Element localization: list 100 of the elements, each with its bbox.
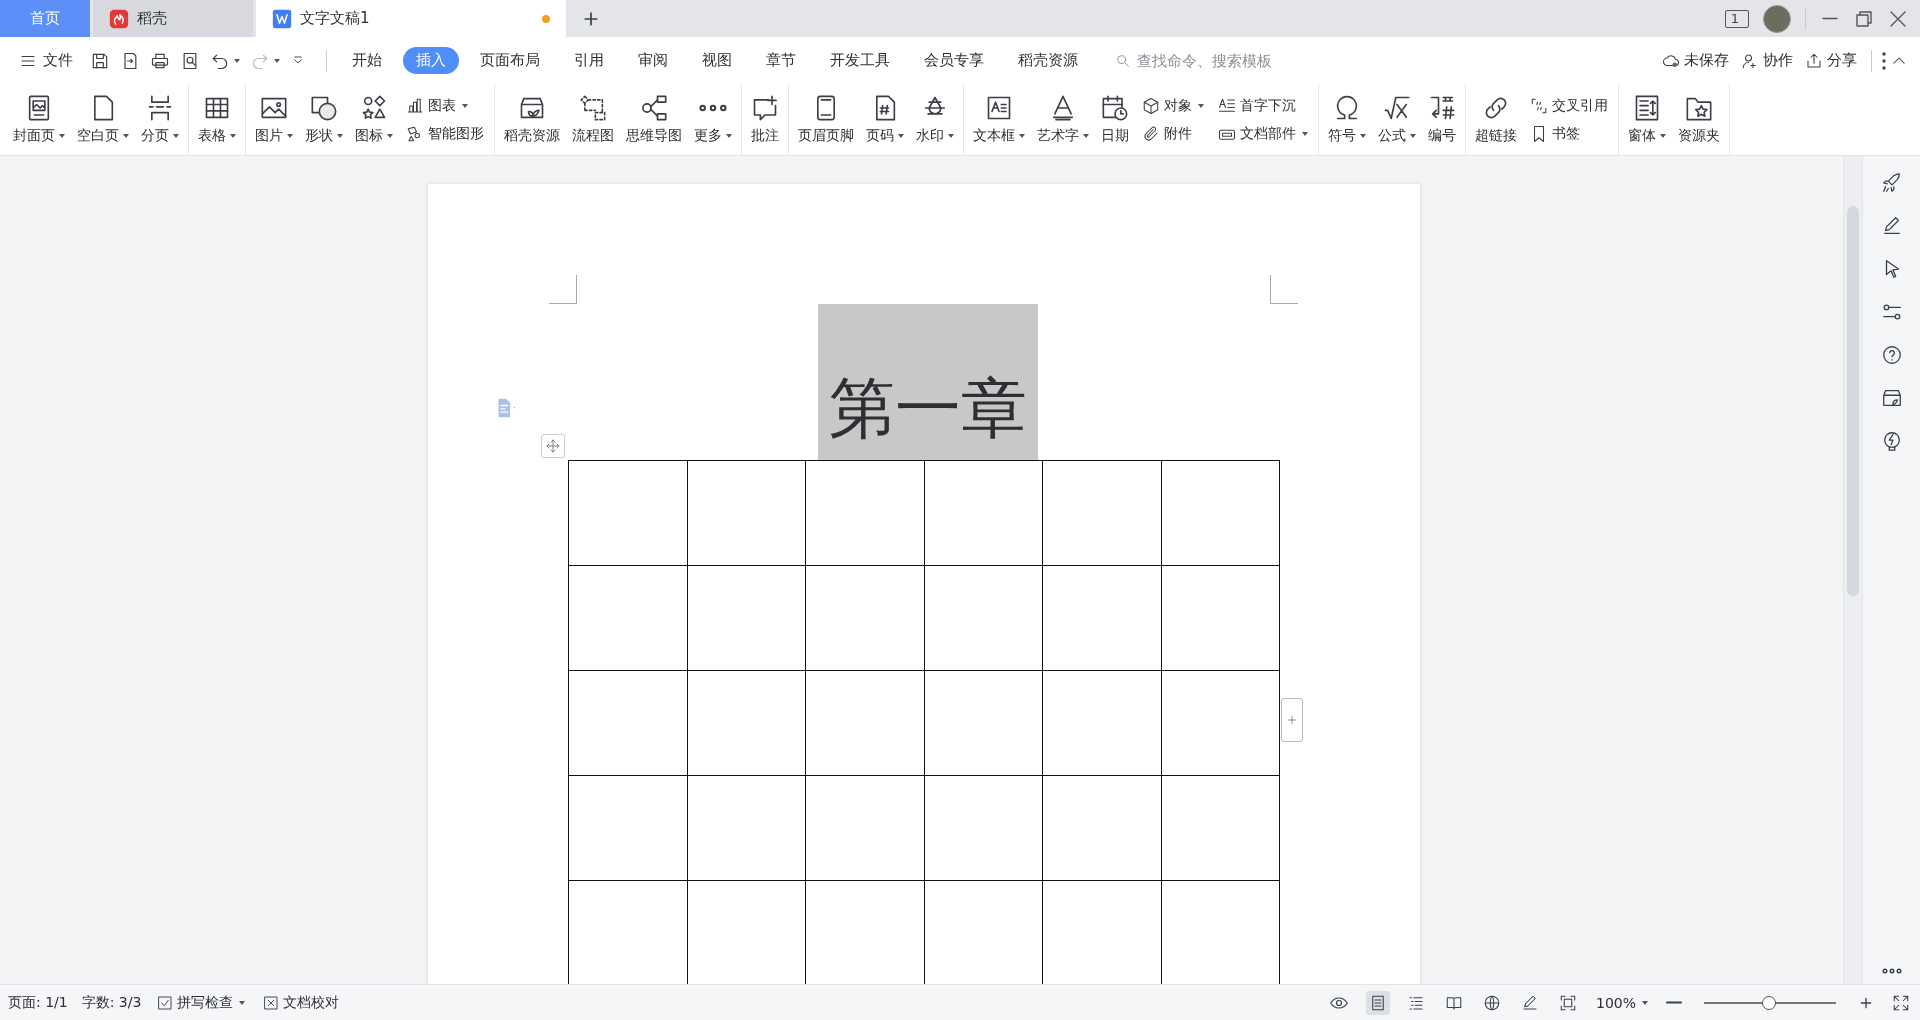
x-box-icon (263, 994, 280, 1011)
toolbar-action[interactable]: 分享 (1799, 49, 1863, 72)
menu-tab[interactable]: 页面布局 (467, 47, 553, 74)
caret-icon (234, 58, 240, 63)
fit-frame-icon (1558, 993, 1577, 1012)
proofread-button[interactable]: 文档校对 (261, 991, 342, 1014)
ribbon-button[interactable]: 水印 (911, 86, 959, 153)
icon-grid-icon (360, 94, 388, 122)
ribbon-button[interactable]: 封面页 (8, 86, 70, 153)
comment-icon (751, 94, 779, 122)
ribbon-button[interactable]: 页眉页脚 (793, 86, 859, 153)
text-box-icon (985, 94, 1013, 122)
file-menu-button[interactable]: 文件 (14, 48, 78, 73)
ribbon-button[interactable]: 窗体 (1623, 86, 1671, 153)
ribbon-button[interactable]: 公式 (1373, 86, 1421, 153)
cube-icon (1142, 96, 1160, 115)
zoom-slider-thumb[interactable] (1762, 995, 1776, 1010)
ribbon-button[interactable]: 空白页 (72, 86, 134, 153)
ribbon-button[interactable]: 书签 (1528, 122, 1610, 145)
form-icon (1633, 94, 1661, 122)
restore-button[interactable] (1854, 8, 1874, 29)
ribbon-button[interactable]: 附件 (1140, 122, 1206, 145)
minimize-button[interactable] (1820, 15, 1840, 22)
plus-icon (1285, 713, 1299, 727)
table-move-handle[interactable] (541, 434, 565, 458)
ribbon-button[interactable]: 图标 (350, 86, 398, 153)
toolbar-action[interactable]: 协作 (1735, 49, 1799, 72)
page-break-icon (146, 94, 174, 122)
bar-chart-icon (406, 96, 424, 115)
search-field[interactable]: 查找命令、搜索模板 (1115, 51, 1345, 70)
ribbon-button[interactable]: 资源夹 (1673, 86, 1725, 153)
sliders-icon (1880, 301, 1903, 323)
cross-reference-icon (1530, 96, 1548, 115)
menu-tab[interactable]: 开发工具 (817, 47, 903, 74)
numbering-icon (1428, 94, 1456, 122)
caret-icon (274, 58, 280, 63)
ribbon-button[interactable]: 分页 (136, 86, 184, 153)
menu-tab[interactable]: 视图 (689, 47, 745, 74)
menu-tab[interactable]: 章节 (753, 47, 809, 74)
more-dots-icon (1880, 968, 1903, 974)
screen-layout-badge[interactable]: 1 (1724, 9, 1749, 28)
more-options-button[interactable] (1880, 49, 1888, 72)
document-tab[interactable]: 稻壳 (93, 0, 253, 37)
spell-check-button[interactable]: 拼写检查 (155, 991, 248, 1014)
ribbon-button[interactable]: 表格 (193, 86, 241, 153)
shapes-icon (310, 94, 338, 122)
ribbon-button[interactable]: 日期 (1096, 86, 1134, 153)
ribbon-button[interactable]: 稻壳资源 (499, 86, 565, 153)
document-tab[interactable]: 文字文稿1 (256, 0, 566, 37)
margin-corner-mark (1270, 275, 1298, 304)
help-icon (1880, 344, 1903, 366)
menu-tab[interactable]: 审阅 (625, 47, 681, 74)
word-count: 字数: 3/3 (81, 993, 142, 1012)
paperclip-icon (1142, 124, 1160, 143)
ribbon-button[interactable]: 文档部件 (1216, 122, 1310, 145)
search-icon (1115, 52, 1131, 69)
ribbon-button[interactable]: 艺术字 (1032, 86, 1094, 153)
flowchart-icon (579, 94, 607, 122)
menu-tab[interactable]: 稻壳资源 (1005, 47, 1091, 74)
calendar-icon (1101, 94, 1129, 122)
ribbon-button[interactable]: 更多 (689, 86, 737, 153)
page-count: 页面: 1/1 (8, 993, 68, 1012)
menu-tab[interactable]: 开始 (339, 47, 395, 74)
more-dots-icon (699, 104, 727, 112)
menu-tab[interactable]: 会员专享 (911, 47, 997, 74)
ribbon-button[interactable]: 形状 (300, 86, 348, 153)
store-icon (1880, 387, 1903, 409)
close-icon (1890, 10, 1906, 27)
chapter-heading: 第一章 (818, 304, 1038, 460)
menu-tab[interactable]: 引用 (561, 47, 617, 74)
vertical-dots-icon (1882, 51, 1886, 70)
ribbon-button[interactable]: 图表 (404, 94, 486, 117)
ribbon-button[interactable]: 思维导图 (621, 86, 687, 153)
ribbon-button[interactable]: 对象 (1140, 94, 1206, 117)
restore-icon (1856, 10, 1872, 27)
ribbon-button[interactable]: 符号 (1323, 86, 1371, 153)
ribbon-button[interactable]: 智能图形 (404, 122, 486, 145)
ribbon-button[interactable]: 图片 (250, 86, 298, 153)
formula-icon (1383, 94, 1411, 122)
flame-logo-icon (109, 8, 129, 29)
rocket-icon (1880, 172, 1903, 194)
ribbon-button[interactable]: 页码 (861, 86, 909, 153)
minimize-icon (1822, 17, 1838, 20)
share-icon (1805, 51, 1823, 70)
ribbon-button[interactable]: 批注 (746, 86, 784, 153)
toolbar-action[interactable]: 未保存 (1656, 49, 1735, 72)
ribbon-button[interactable]: 文本框 (968, 86, 1030, 153)
avatar[interactable] (1763, 4, 1791, 33)
vertical-scrollbar[interactable] (1843, 156, 1862, 984)
ribbon-button[interactable]: 交叉引用 (1528, 94, 1610, 117)
zoom-out-button[interactable] (1664, 999, 1684, 1006)
caret-icon (1642, 1000, 1648, 1005)
view-mode-button[interactable] (1365, 990, 1390, 1015)
ribbon-button[interactable]: 超链接 (1470, 86, 1522, 153)
ribbon-button[interactable]: 首字下沉 (1216, 94, 1310, 117)
caret-icon (239, 1000, 246, 1005)
ribbon-button[interactable]: 编号 (1423, 86, 1461, 153)
minus-icon (1666, 1001, 1682, 1004)
ribbon-button[interactable]: 流程图 (567, 86, 619, 153)
zoom-percent-dropdown[interactable]: 100% (1593, 992, 1650, 1013)
